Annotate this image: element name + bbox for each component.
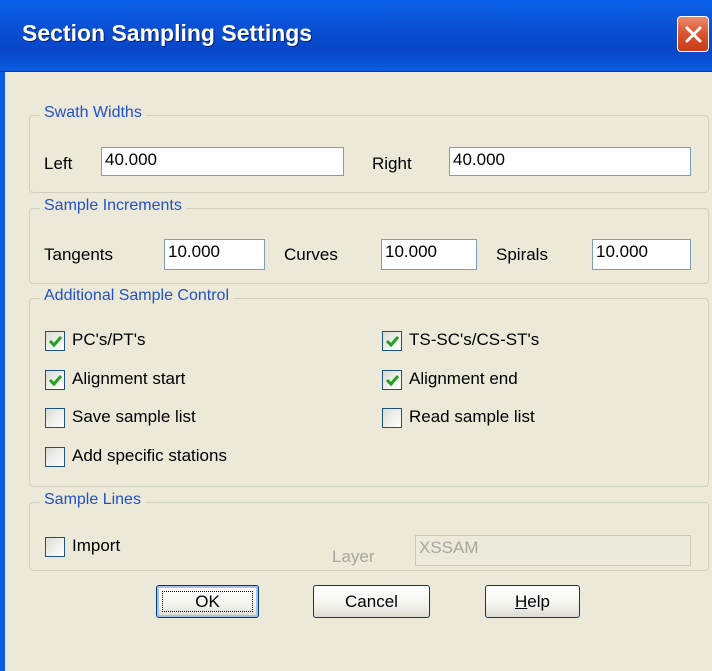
checkbox-label: Alignment end <box>409 369 518 388</box>
checkbox-box <box>382 331 402 351</box>
sample-increments-label: Sample Increments <box>40 197 186 215</box>
read-sample-list-checkbox[interactable]: Read sample list <box>382 406 612 430</box>
checkbox-box <box>45 331 65 351</box>
ok-button[interactable]: OK <box>156 585 259 618</box>
dialog-title: Section Sampling Settings <box>22 20 313 46</box>
check-icon <box>385 375 400 387</box>
layer-input[interactable]: XSSAM <box>415 535 691 566</box>
check-icon <box>385 336 400 348</box>
checkbox-label: TS-SC's/CS-ST's <box>409 330 540 349</box>
pcs-pts-checkbox[interactable]: PC's/PT's <box>45 329 245 353</box>
help-button[interactable]: Help <box>485 585 580 618</box>
checkbox-box <box>45 537 65 557</box>
curves-input[interactable]: 10.000 <box>381 239 477 270</box>
alignment-start-checkbox[interactable]: Alignment start <box>45 368 275 392</box>
left-width-input[interactable]: 40.000 <box>101 147 344 176</box>
tangents-input[interactable]: 10.000 <box>164 239 265 270</box>
check-icon <box>48 336 63 348</box>
spirals-input[interactable]: 10.000 <box>592 239 691 270</box>
title-bar[interactable]: Section Sampling Settings <box>0 0 712 72</box>
swath-widths-label: Swath Widths <box>40 104 146 122</box>
curves-label: Curves <box>284 245 338 264</box>
checkbox-box <box>382 370 402 390</box>
checkbox-label: Import <box>72 536 121 555</box>
help-access-key: H <box>515 592 528 611</box>
check-icon <box>48 375 63 387</box>
spirals-label: Spirals <box>496 245 548 264</box>
layer-label: Layer <box>332 547 375 566</box>
dialog-window: Section Sampling Settings Swath Widths L… <box>0 0 712 671</box>
close-button[interactable] <box>677 16 709 52</box>
cancel-button[interactable]: Cancel <box>313 585 430 618</box>
checkbox-box <box>382 408 402 428</box>
add-specific-stations-checkbox[interactable]: Add specific stations <box>45 445 305 469</box>
checkbox-label: PC's/PT's <box>72 330 146 349</box>
sample-lines-label: Sample Lines <box>40 491 145 509</box>
right-label: Right <box>372 154 412 173</box>
help-button-label: Help <box>515 592 550 611</box>
close-icon <box>685 26 702 43</box>
ts-sc-checkbox[interactable]: TS-SC's/CS-ST's <box>382 329 612 353</box>
left-label: Left <box>44 154 73 173</box>
checkbox-label: Save sample list <box>72 407 196 426</box>
checkbox-label: Add specific stations <box>72 446 227 465</box>
ok-button-label: OK <box>195 592 220 611</box>
tangents-label: Tangents <box>44 245 113 264</box>
additional-sample-control-label: Additional Sample Control <box>40 287 233 305</box>
checkbox-box <box>45 408 65 428</box>
checkbox-box <box>45 447 65 467</box>
cancel-button-label: Cancel <box>345 592 398 611</box>
save-sample-list-checkbox[interactable]: Save sample list <box>45 406 275 430</box>
checkbox-label: Read sample list <box>409 407 535 426</box>
window-frame-left <box>0 72 5 671</box>
checkbox-box <box>45 370 65 390</box>
right-width-input[interactable]: 40.000 <box>449 147 691 176</box>
checkbox-label: Alignment start <box>72 369 186 388</box>
alignment-end-checkbox[interactable]: Alignment end <box>382 368 612 392</box>
help-label-rest: elp <box>527 592 550 611</box>
import-checkbox[interactable]: Import <box>45 535 175 559</box>
